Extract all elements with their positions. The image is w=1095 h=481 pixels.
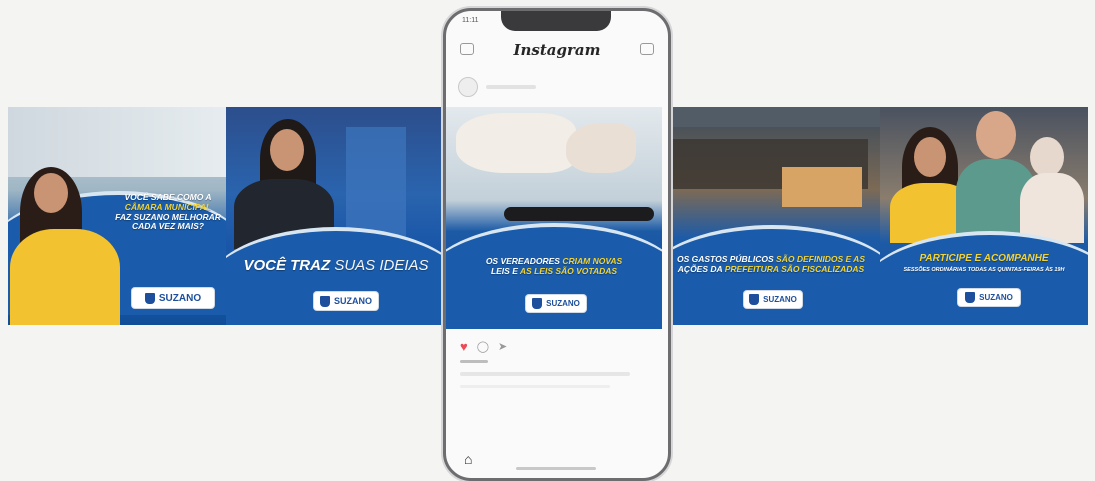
likes-count-placeholder [460, 360, 488, 363]
background-column [346, 127, 406, 237]
username-placeholder[interactable] [486, 85, 536, 89]
woman-face [34, 173, 68, 213]
direct-message-icon[interactable] [640, 43, 654, 55]
status-time: 11:11 [462, 17, 479, 24]
crest-icon [144, 292, 155, 304]
speaker-face [270, 129, 304, 171]
wooden-desk [782, 167, 862, 207]
crest-icon [749, 294, 760, 305]
hand-shape [566, 123, 636, 173]
avatar[interactable] [458, 77, 478, 97]
caption-line: CADA VEZ MAIS? [132, 221, 204, 232]
hand-shape [456, 113, 576, 173]
building-backdrop [8, 107, 226, 177]
suzano-logo: SUZANO [526, 295, 586, 312]
suzano-logo: SUZANO [132, 288, 214, 308]
caption-highlight: PREFEITURA SÃO FISCALIZADAS [724, 263, 865, 274]
caption-highlight: SÃO DEFINIDOS E AS [776, 254, 865, 264]
post-actions: ♥ ◯ ➤ [460, 339, 507, 354]
panel-1-caption: VOCÊ SABE COMO A CÂMARA MUNICIPAL FAZ SU… [112, 192, 224, 232]
heart-icon[interactable]: ♥ [460, 339, 468, 354]
instagram-header: Instagram [446, 35, 668, 65]
logo-text: SUZANO [763, 295, 797, 304]
logo-text: SUZANO [158, 292, 202, 304]
crest-icon [532, 298, 543, 309]
crest-icon [965, 292, 976, 303]
panel-2-caption: VOCÊ TRAZ SUAS IDEIAS [236, 257, 436, 274]
caption-placeholder [460, 372, 630, 376]
carousel-panel-2: VOCÊ TRAZ SUAS IDEIAS SUZANO [226, 107, 444, 325]
elder-face [1030, 137, 1064, 177]
caption-text: AÇÕES DA [677, 263, 723, 274]
woman-yellow-shirt [10, 229, 120, 325]
caption-text: OS VEREADORES [485, 256, 560, 266]
suzano-logo: SUZANO [744, 291, 802, 308]
carousel-panel-1: VOCÊ SABE COMO A CÂMARA MUNICIPAL FAZ SU… [8, 107, 226, 325]
wave-shape [662, 225, 880, 325]
carousel-panel-5: PARTICIPE E ACOMPANHE SESSÕES ORDINÁRIAS… [880, 107, 1088, 325]
phone-notch [501, 11, 611, 31]
caption-highlight: AS LEIS SÃO VOTADAS [519, 265, 618, 276]
crest-icon [320, 295, 330, 307]
post-image[interactable]: OS VEREADORES CRIAM NOVAS LEIS E AS LEIS… [446, 107, 662, 329]
comment-icon[interactable]: ◯ [477, 340, 489, 353]
panel-5-subtitle: SESSÕES ORDINÁRIAS TODAS AS QUINTAS-FEIR… [903, 267, 1065, 273]
caption-text: OS GASTOS PÚBLICOS [677, 254, 774, 264]
home-indicator [516, 467, 596, 470]
suzano-logo: SUZANO [314, 292, 378, 310]
panel-4-caption: OS GASTOS PÚBLICOS SÃO DEFINIDOS E AS AÇ… [668, 254, 874, 275]
post-header [458, 77, 536, 97]
man-face [976, 111, 1016, 159]
panel-5-title: PARTICIPE E ACOMPANHE [919, 253, 1049, 264]
wave-shape [880, 231, 1088, 325]
caption-text: LEIS E [490, 265, 518, 276]
chamber-ceiling [662, 107, 880, 127]
wave-shape [226, 227, 444, 325]
camera-icon[interactable] [460, 43, 474, 55]
caption-placeholder [460, 385, 610, 388]
elder-shirt [1020, 173, 1084, 243]
phone-mockup: 11:11 Instagram OS VEREADORES CRIAM NOVA… [443, 8, 671, 481]
woman-face [914, 137, 946, 177]
logo-text: SUZANO [334, 296, 372, 306]
share-icon[interactable]: ➤ [498, 340, 507, 353]
tablet-device [504, 207, 654, 221]
logo-text: SUZANO [546, 299, 580, 308]
post-caption-overlay: OS VEREADORES CRIAM NOVAS LEIS E AS LEIS… [452, 256, 656, 277]
caption-highlight: CRIAM NOVAS [562, 256, 623, 266]
caption-main: VOCÊ TRAZ [243, 257, 331, 274]
caption-highlight: SUAS IDEIAS [334, 257, 429, 274]
app-title: Instagram [513, 41, 601, 59]
suzano-logo: SUZANO [958, 289, 1020, 306]
carousel-panel-4: OS GASTOS PÚBLICOS SÃO DEFINIDOS E AS AÇ… [662, 107, 880, 325]
logo-text: SUZANO [979, 293, 1013, 302]
home-icon[interactable]: ⌂ [464, 451, 472, 467]
